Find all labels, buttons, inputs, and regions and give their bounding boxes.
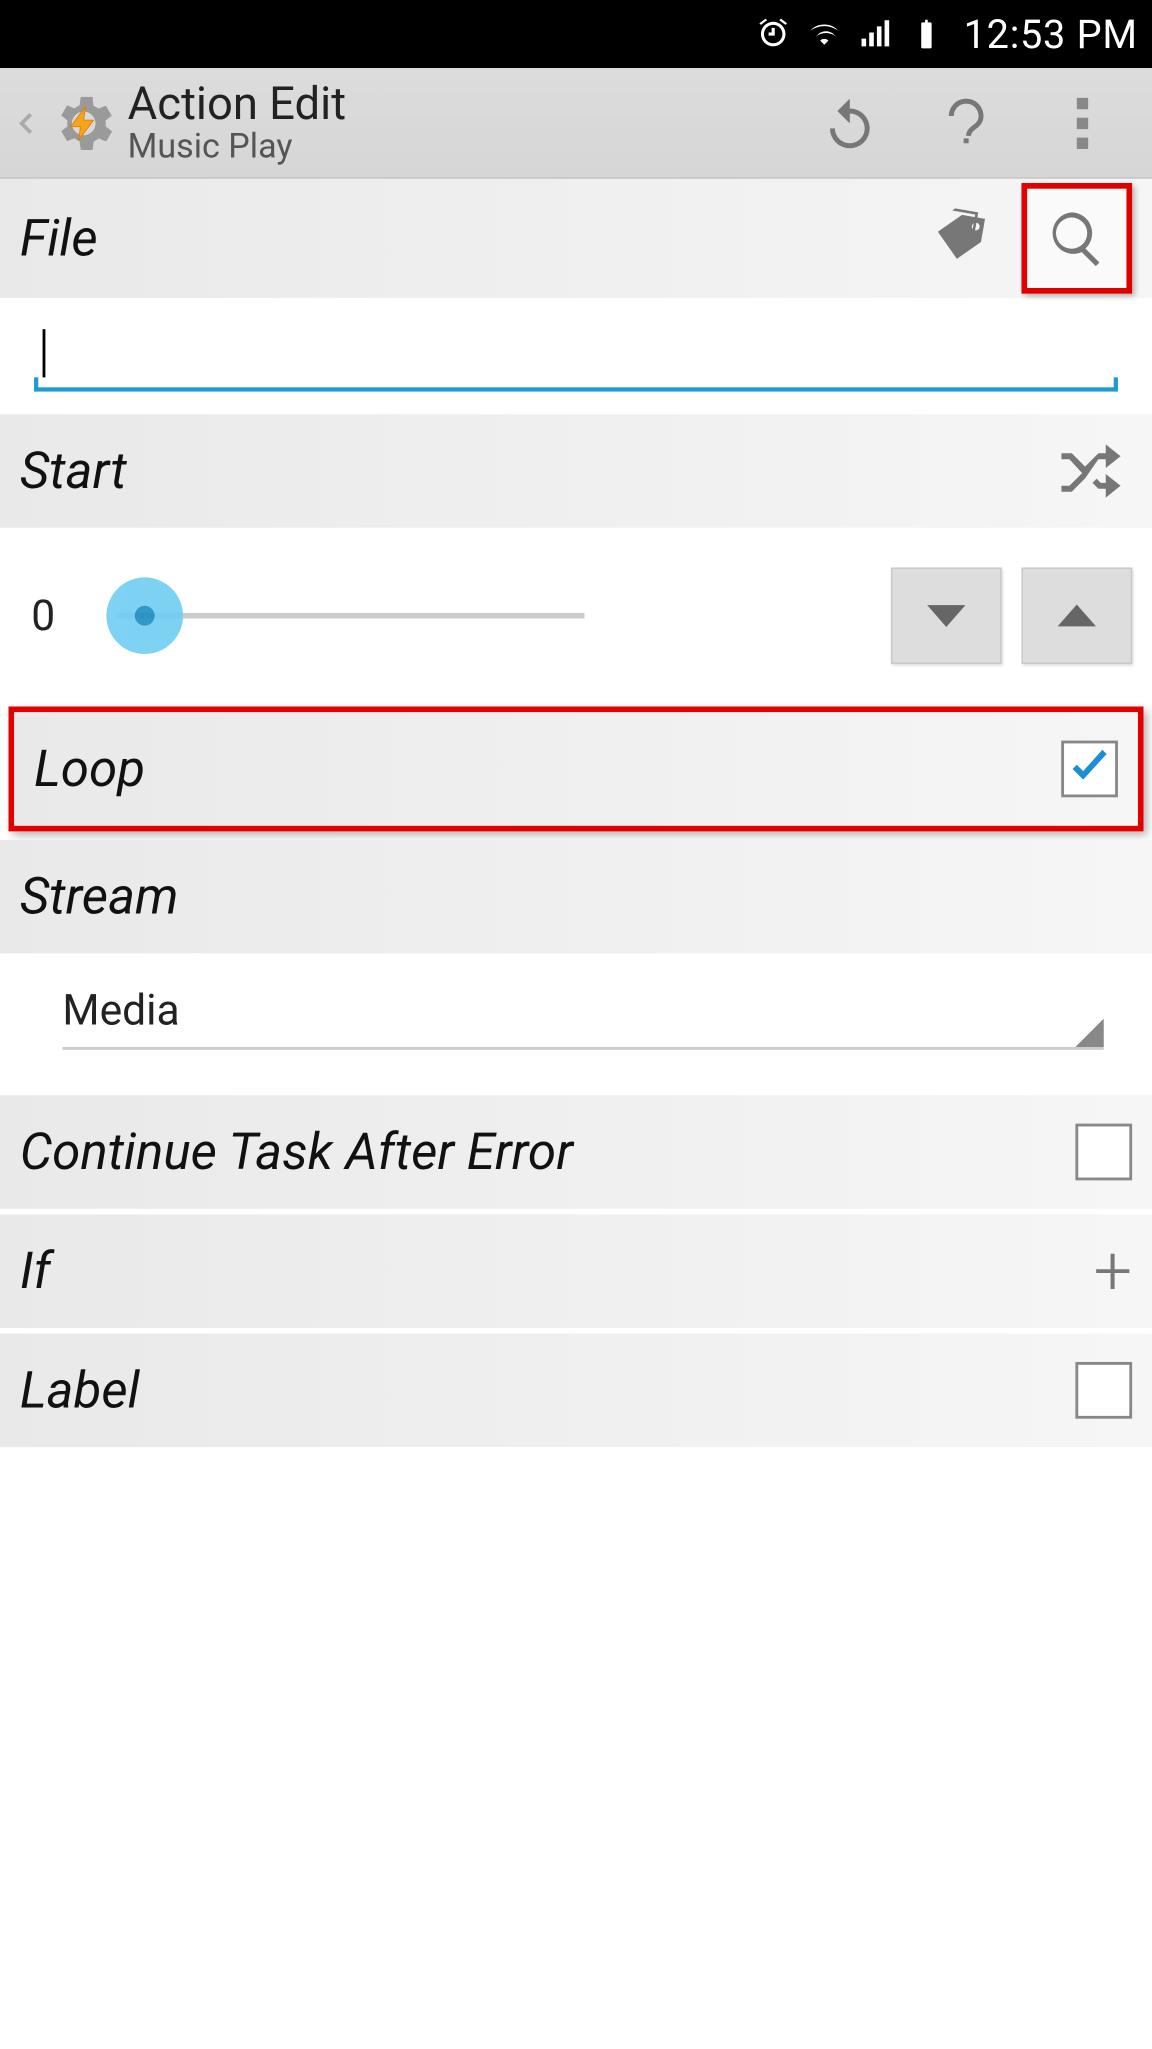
label-checkbox[interactable]: [1075, 1362, 1132, 1419]
app-bar: Action Edit Music Play: [0, 68, 1152, 179]
status-bar: 12:53 PM: [0, 0, 1152, 68]
stream-section-header: Stream: [0, 840, 1152, 953]
shuffle-icon[interactable]: [1050, 430, 1132, 512]
loop-section-header[interactable]: Loop: [14, 712, 1138, 825]
stream-dropdown[interactable]: Media: [62, 973, 1103, 1050]
alarm-icon: [754, 14, 794, 54]
label-label: Label: [20, 1361, 1076, 1421]
battery-icon: [907, 14, 947, 54]
dropdown-caret-icon: [1075, 1019, 1103, 1047]
page-subtitle: Music Play: [128, 129, 817, 165]
label-section-header[interactable]: Label: [0, 1334, 1152, 1447]
cte-section-header[interactable]: Continue Task After Error: [0, 1095, 1152, 1208]
status-time: 12:53 PM: [964, 11, 1138, 58]
tag-icon[interactable]: [919, 197, 1001, 279]
back-button[interactable]: [6, 94, 46, 151]
start-slider[interactable]: [116, 613, 584, 619]
slider-thumb-icon[interactable]: [106, 577, 183, 654]
loop-highlight: Loop: [9, 707, 1144, 832]
cte-label: Continue Task After Error: [20, 1122, 1076, 1182]
file-section-header: File: [0, 179, 1152, 298]
if-label: If: [20, 1241, 1094, 1301]
help-button[interactable]: [934, 90, 999, 155]
start-value: 0: [31, 591, 91, 641]
file-input-row: [0, 298, 1152, 403]
plus-icon[interactable]: +: [1094, 1237, 1132, 1305]
if-section-header[interactable]: If +: [0, 1214, 1152, 1327]
file-label: File: [20, 209, 919, 269]
stream-dropdown-row: Media: [0, 953, 1152, 1061]
file-search-button[interactable]: [1021, 183, 1132, 294]
cte-checkbox[interactable]: [1075, 1124, 1132, 1181]
wifi-icon: [805, 14, 845, 54]
tasker-logo-icon: [48, 87, 119, 158]
file-input[interactable]: [34, 323, 1118, 391]
start-slider-row: 0: [0, 528, 1152, 704]
start-section-header: Start: [0, 414, 1152, 527]
overflow-menu-button[interactable]: [1050, 90, 1115, 155]
undo-button[interactable]: [817, 90, 882, 155]
increment-button[interactable]: [1021, 567, 1132, 663]
stream-selected: Media: [62, 985, 179, 1035]
signal-icon: [856, 14, 896, 54]
stream-label: Stream: [20, 867, 1132, 927]
loop-label: Loop: [34, 739, 1061, 799]
decrement-button[interactable]: [891, 567, 1002, 663]
loop-checkbox[interactable]: [1061, 741, 1118, 798]
page-title: Action Edit: [128, 81, 817, 129]
start-label: Start: [20, 441, 1050, 501]
